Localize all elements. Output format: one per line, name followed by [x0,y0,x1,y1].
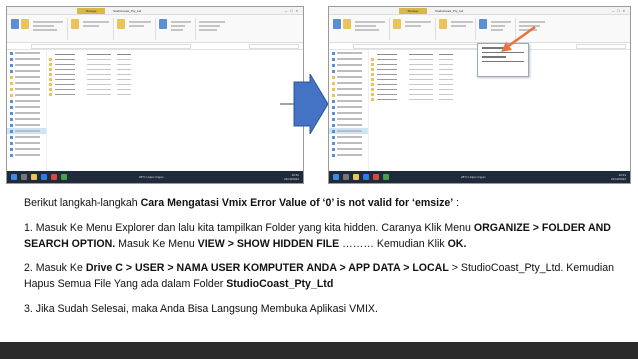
ribbon-tab-manage: Manage [77,8,105,14]
file-explorer-icon [353,174,359,180]
search-field [249,44,299,49]
taskbar-clock: 10:43 24/10/2022 [611,173,626,181]
window-controls: –□× [612,8,628,13]
copy-icon [21,19,29,29]
address-field [31,44,191,49]
edge-icon [41,174,47,180]
taskbar-date: 24/10/2022 [283,177,299,181]
step-2-text: 2. Masuk Ke [24,262,86,275]
move-to-icon [393,19,401,29]
search-icon [21,174,27,180]
ribbon-toolbar [7,15,303,43]
intro-text: Berikut langkah-langkah [24,197,141,209]
window-title: StudioCoast_Pty_Ltd [113,9,142,13]
search-field [576,44,626,49]
step-3-text: 3. Jika Sudah Selesai, maka Anda Bisa La… [24,302,378,315]
instructions-text: Berikut langkah-langkah Cara Mengatasi V… [24,196,624,327]
intro-bold-title: Cara Mengatasi Vmix Error Value of ‘0’ i… [140,197,454,209]
app-icon [383,174,389,180]
edge-icon [363,174,369,180]
pin-icon [333,19,341,29]
file-list [49,52,303,171]
explorer-screenshot-after: Manage StudioCoast_Pty_Ltd –□× 28°C Huja… [328,6,631,184]
intro-paragraph: Berikut langkah-langkah Cara Mengatasi V… [24,196,624,212]
start-icon [333,174,339,180]
windows-taskbar: 28°C Hujan ringan 10:42 24/10/2022 [7,171,303,183]
window-title-bar: Manage StudioCoast_Pty_Ltd –□× [7,7,303,15]
taskbar-clock: 10:42 24/10/2022 [284,173,299,181]
window-controls: –□× [285,8,301,13]
app-icon [61,174,67,180]
step-1-text-3: ……… Kemudian Klik [339,237,448,250]
chrome-icon [373,174,379,180]
footer-bar [0,342,638,359]
windows-taskbar: 28°C Hujan ringan 10:43 24/10/2022 [329,171,630,183]
window-title-bar: Manage StudioCoast_Pty_Ltd –□× [329,7,630,15]
step-2-drive-path: Drive C > USER > NAMA USER KOMPUTER ANDA… [85,262,449,275]
ribbon-toolbar [329,15,630,43]
navigation-pane [7,50,47,171]
search-icon [343,174,349,180]
start-icon [11,174,17,180]
step-1-view-path: VIEW > SHOW HIDDEN FILE [197,237,340,250]
address-bar [7,43,303,50]
step-1-text: 1. Masuk Ke Menu Explorer dan lalu kita … [24,221,474,234]
step-1-text-2: Masuk Ke Menu [115,237,198,250]
step-1-ok: OK. [447,237,467,250]
step-2-folder-name: StudioCoast_Pty_Ltd [226,278,334,291]
new-folder-icon [117,19,125,29]
explorer-screenshot-before: Manage StudioCoast_Pty_Ltd –□× 28°C Huja… [6,6,304,184]
taskbar-weather: 28°C Hujan ringan [139,175,164,179]
highlight-arrow-icon [501,25,536,52]
taskbar-date: 24/10/2022 [610,177,626,181]
properties-icon [159,19,167,29]
navigation-pane [329,50,369,171]
window-title: StudioCoast_Pty_Ltd [435,9,464,13]
ribbon-tab-manage: Manage [399,8,427,14]
new-folder-icon [439,19,447,29]
chrome-icon [51,174,57,180]
taskbar-weather: 28°C Hujan ringan [461,175,486,179]
move-to-icon [71,19,79,29]
next-step-arrow-icon [280,74,329,134]
properties-icon [479,19,487,29]
step-1-paragraph: 1. Masuk Ke Menu Explorer dan lalu kita … [24,221,624,253]
copy-icon [343,19,351,29]
file-explorer-icon [31,174,37,180]
step-2-paragraph: 2. Masuk Ke Drive C > USER > NAMA USER K… [24,261,624,293]
intro-colon: : [453,197,460,209]
pin-icon [11,19,19,29]
step-3-paragraph: 3. Jika Sudah Selesai, maka Anda Bisa La… [24,302,624,318]
